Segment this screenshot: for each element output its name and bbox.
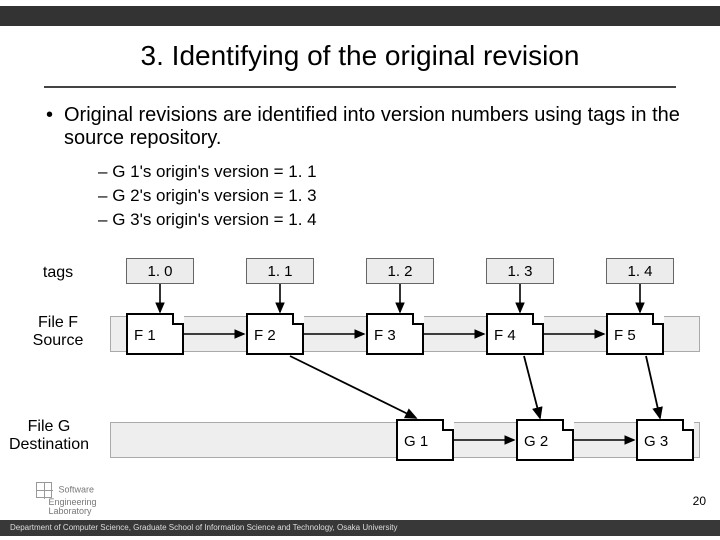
page-fold-icon [682, 419, 694, 431]
footer-bar: Department of Computer Science, Graduate… [0, 520, 720, 536]
sub-bullet: G 3's origin's version = 1. 4 [98, 208, 317, 232]
version-tag: 1. 3 [486, 258, 554, 284]
source-file: F 2 [246, 313, 304, 355]
page-fold-icon [442, 419, 454, 431]
label-source: File F Source [20, 314, 96, 350]
source-file: F 4 [486, 313, 544, 355]
destination-file: G 3 [636, 419, 694, 461]
title-rule [44, 86, 676, 88]
page-fold-icon [562, 419, 574, 431]
version-tag: 1. 4 [606, 258, 674, 284]
label-destination: File G Destination [0, 418, 98, 454]
version-tag: 1. 2 [366, 258, 434, 284]
sub-bullet: G 2's origin's version = 1. 3 [98, 184, 317, 208]
page-fold-icon [532, 313, 544, 325]
page-fold-icon [292, 313, 304, 325]
version-tag: 1. 1 [246, 258, 314, 284]
page-fold-icon [412, 313, 424, 325]
version-tag: 1. 0 [126, 258, 194, 284]
page-number: 20 [693, 494, 706, 508]
page-fold-icon [652, 313, 664, 325]
destination-file: G 1 [396, 419, 454, 461]
source-file: F 3 [366, 313, 424, 355]
top-bar [0, 6, 720, 26]
source-file: F 1 [126, 313, 184, 355]
label-tags: tags [28, 264, 88, 282]
destination-file: G 2 [516, 419, 574, 461]
sub-bullets: G 1's origin's version = 1. 1 G 2's orig… [98, 160, 317, 231]
page-fold-icon [172, 313, 184, 325]
logo-glyph-icon [36, 482, 52, 498]
sub-bullet: G 1's origin's version = 1. 1 [98, 160, 317, 184]
slide-title: 3. Identifying of the original revision [0, 40, 720, 72]
source-file: F 5 [606, 313, 664, 355]
bullet-main: Original revisions are identified into v… [64, 104, 680, 150]
lab-logo: Software Engineering Laboratory [36, 482, 97, 516]
